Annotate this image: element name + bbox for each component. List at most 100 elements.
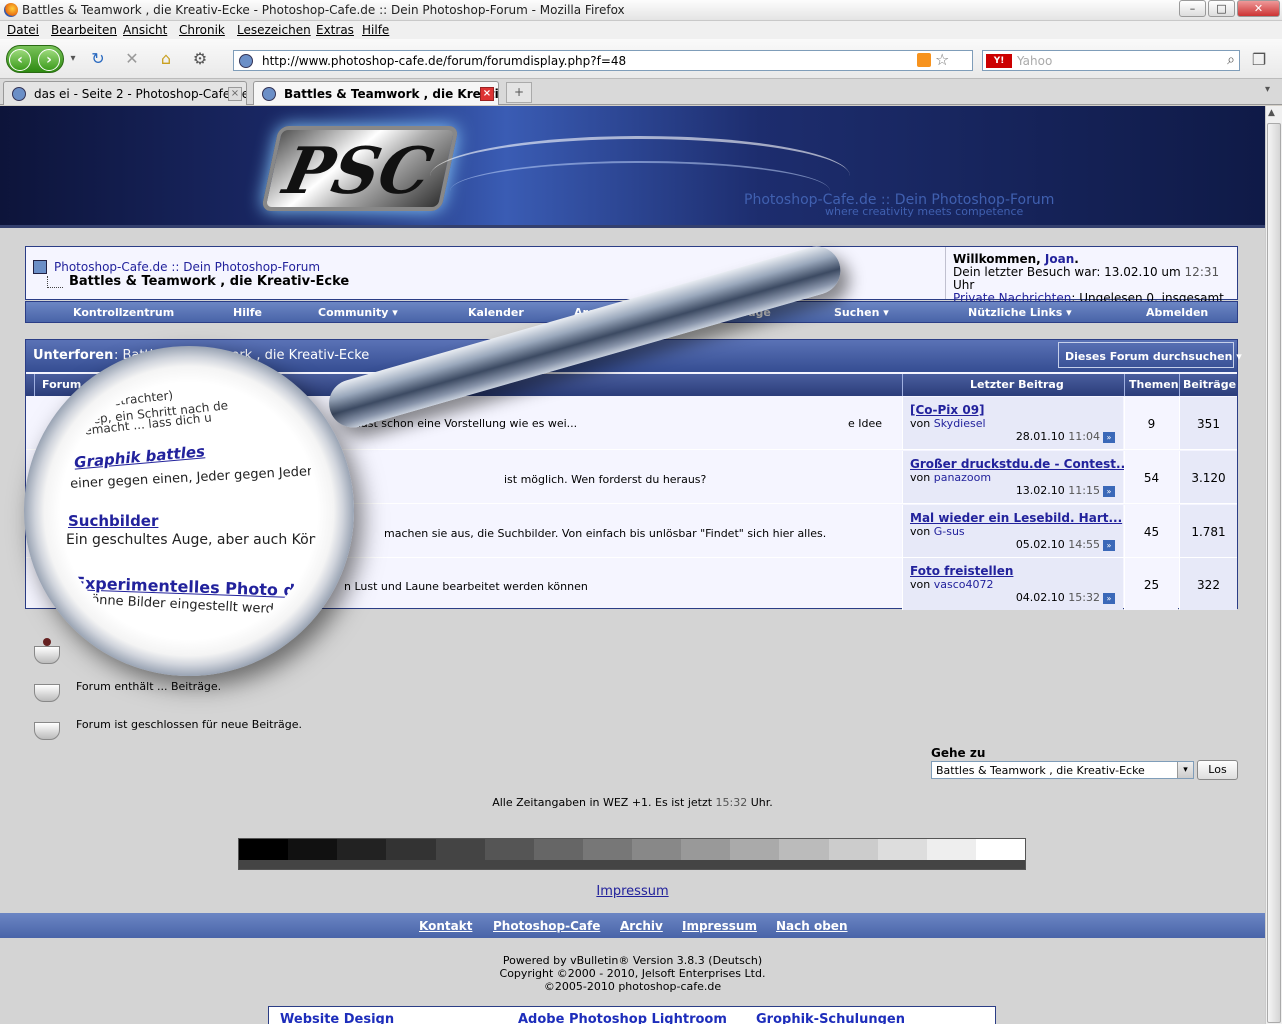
nav-abmelden[interactable]: Abmelden	[1146, 306, 1208, 319]
nav-nuetzliche-links[interactable]: Nützliche Links ▾	[968, 306, 1072, 319]
grayscale-swatch	[730, 839, 780, 861]
footer-impressum[interactable]: Impressum	[682, 919, 757, 933]
menu-lesezeichen[interactable]: Lesezeichen	[237, 23, 311, 37]
forum-description: hast schon eine Vorstellung wie es wei..…	[354, 417, 578, 430]
grayscale-swatch	[681, 839, 731, 861]
magnifier-lens: (Betrachter) Step, ein Schritt nach de n…	[24, 346, 354, 676]
window-icon[interactable]: ❐	[1249, 50, 1269, 70]
tab-favicon-icon	[262, 87, 276, 101]
last-post-cell: Mal wieder ein Lesebild. Hart... von G-s…	[902, 505, 1123, 557]
go-to-post-icon[interactable]: »	[1103, 485, 1115, 497]
home-folder-icon[interactable]	[33, 260, 47, 274]
back-button[interactable]: ‹	[9, 49, 31, 71]
chevron-down-icon[interactable]: ▾	[1177, 762, 1193, 778]
menu-bearbeiten[interactable]: Bearbeiten	[51, 23, 117, 37]
menu-datei[interactable]: Datei	[7, 23, 39, 37]
go-to-post-icon[interactable]: »	[1103, 592, 1115, 604]
reload-icon[interactable]: ↻	[88, 49, 108, 69]
nav-suchen[interactable]: Suchen ▾	[834, 306, 889, 319]
nav-community[interactable]: Community ▾	[318, 306, 398, 319]
tab-close-icon[interactable]: ×	[228, 87, 242, 101]
col-last-post[interactable]: Letzter Beitrag	[970, 378, 1064, 391]
last-post-user-link[interactable]: panazoom	[934, 471, 991, 484]
yahoo-engine-icon[interactable]: Y!	[986, 54, 1012, 68]
legend-closed: Forum ist geschlossen für neue Beiträge.	[76, 718, 302, 731]
maximize-button[interactable]: □	[1208, 0, 1235, 17]
forum-description: n Lust und Laune bearbeitet werden könne…	[344, 580, 588, 593]
new-tab-button[interactable]: +	[506, 82, 532, 103]
footer-kontakt[interactable]: Kontakt	[419, 919, 472, 933]
close-window-button[interactable]: ✕	[1237, 0, 1280, 17]
minimize-button[interactable]: –	[1179, 0, 1206, 17]
ad-links-box: Website Design Adobe Photoshop Lightroom…	[268, 1006, 996, 1024]
last-post-user-link[interactable]: G-sus	[934, 525, 965, 538]
menu-extras[interactable]: Extras	[316, 23, 354, 37]
tab-close-icon[interactable]: ×	[480, 87, 494, 101]
user-link[interactable]: Joan	[1045, 252, 1074, 266]
col-forum[interactable]: Forum	[42, 378, 81, 391]
legend-no-new: Forum enthält ... Beiträge.	[76, 680, 222, 693]
home-icon[interactable]: ⌂	[156, 49, 176, 69]
forum-link-suchbilder[interactable]: Suchbilder	[68, 512, 158, 530]
last-post-title-link[interactable]: [Co-Pix 09]	[910, 403, 1123, 417]
footer-archiv[interactable]: Archiv	[620, 919, 663, 933]
new-posts-cup-icon	[34, 638, 60, 664]
window-title: Battles & Teamwork , die Kreativ-Ecke - …	[22, 3, 625, 17]
breadcrumb-parent-link[interactable]: Photoshop-Cafe.de :: Dein Photoshop-Foru…	[54, 260, 320, 274]
impressum-link[interactable]: Impressum	[0, 884, 1265, 899]
last-post-title-link[interactable]: Foto freistellen	[910, 564, 1123, 578]
search-forum-button[interactable]: Dieses Forum durchsuchen ▾	[1058, 342, 1242, 368]
welcome-panel: Willkommen, Joan. Dein letzter Besuch wa…	[945, 247, 1238, 318]
menu-hilfe[interactable]: Hilfe	[362, 23, 389, 37]
bookmark-star-icon[interactable]: ☆	[935, 50, 949, 69]
menu-ansicht[interactable]: Ansicht	[123, 23, 167, 37]
firefox-icon	[4, 3, 18, 17]
ad-lightroom[interactable]: Adobe Photoshop Lightroom	[518, 1012, 727, 1024]
last-post-user-link[interactable]: vasco4072	[934, 578, 994, 591]
tab-label: das ei - Seite 2 - Photoshop-Cafe.de...	[34, 87, 247, 101]
tab-battles[interactable]: Battles & Teamwork , die Kreativ... ×	[253, 81, 499, 105]
ad-schulungen[interactable]: Grophik-Schulungen	[756, 1012, 905, 1024]
nav-kontrollzentrum[interactable]: Kontrollzentrum	[73, 306, 174, 319]
menu-bar: Datei Bearbeiten Ansicht Chronik Lesezei…	[0, 21, 1282, 39]
url-bar[interactable]: http://www.photoshop-cafe.de/forum/forum…	[233, 50, 973, 71]
back-forward-group: ‹ ›	[6, 45, 64, 73]
rss-icon[interactable]	[917, 53, 931, 67]
search-icon[interactable]: ⌕	[1227, 52, 1235, 68]
footer-photoshop-cafe[interactable]: Photoshop-Cafe	[493, 919, 600, 933]
scroll-up-icon[interactable]: ▲	[1268, 108, 1275, 118]
post-count: 351	[1179, 397, 1237, 449]
last-post-title-link[interactable]: Mal wieder ein Lesebild. Hart...	[910, 511, 1123, 525]
tab-bar: das ei - Seite 2 - Photoshop-Cafe.de... …	[0, 79, 1282, 105]
search-input[interactable]: Y! Yahoo ⌕	[982, 50, 1240, 71]
stop-icon[interactable]: ✕	[122, 49, 142, 69]
last-post-title-link[interactable]: Großer druckstdu.de - Contest...	[910, 457, 1130, 471]
ad-website-design[interactable]: Website Design	[280, 1012, 394, 1024]
col-threads[interactable]: Themen	[1129, 378, 1179, 391]
scrollbar-thumb[interactable]	[1267, 123, 1281, 1023]
grayscale-swatch	[877, 839, 927, 861]
tab-list-icon[interactable]: ▾	[1265, 84, 1279, 100]
goto-select[interactable]: Battles & Teamwork , die Kreativ-Ecke ▾	[931, 761, 1194, 779]
goto-label: Gehe zu	[931, 746, 986, 760]
history-dropdown-icon[interactable]: ▾	[63, 49, 83, 69]
footer-nach-oben[interactable]: Nach oben	[776, 919, 848, 933]
vertical-scrollbar[interactable]: ▲	[1265, 106, 1282, 1024]
go-to-post-icon[interactable]: »	[1103, 431, 1115, 443]
tree-folder-icon	[47, 276, 63, 288]
addon-icon[interactable]: ⚙	[190, 49, 210, 69]
forum-description: machen sie aus, die Suchbilder. Von einf…	[384, 527, 827, 540]
goto-button[interactable]: Los	[1197, 760, 1238, 780]
col-posts[interactable]: Beiträge	[1183, 378, 1236, 391]
nav-hilfe[interactable]: Hilfe	[233, 306, 262, 319]
go-to-post-icon[interactable]: »	[1103, 539, 1115, 551]
breadcrumb-box: Photoshop-Cafe.de :: Dein Photoshop-Foru…	[25, 246, 1238, 318]
tab-das-ei[interactable]: das ei - Seite 2 - Photoshop-Cafe.de... …	[3, 81, 247, 105]
menu-chronik[interactable]: Chronik	[179, 23, 225, 37]
forward-button[interactable]: ›	[38, 49, 60, 71]
grayscale-swatch	[779, 839, 829, 861]
forum-link-graphik-battles[interactable]: Graphik battles	[73, 442, 205, 471]
last-post-user-link[interactable]: Skydiesel	[934, 417, 986, 430]
nav-kalender[interactable]: Kalender	[468, 306, 524, 319]
closed-forum-cup-icon	[34, 722, 60, 740]
